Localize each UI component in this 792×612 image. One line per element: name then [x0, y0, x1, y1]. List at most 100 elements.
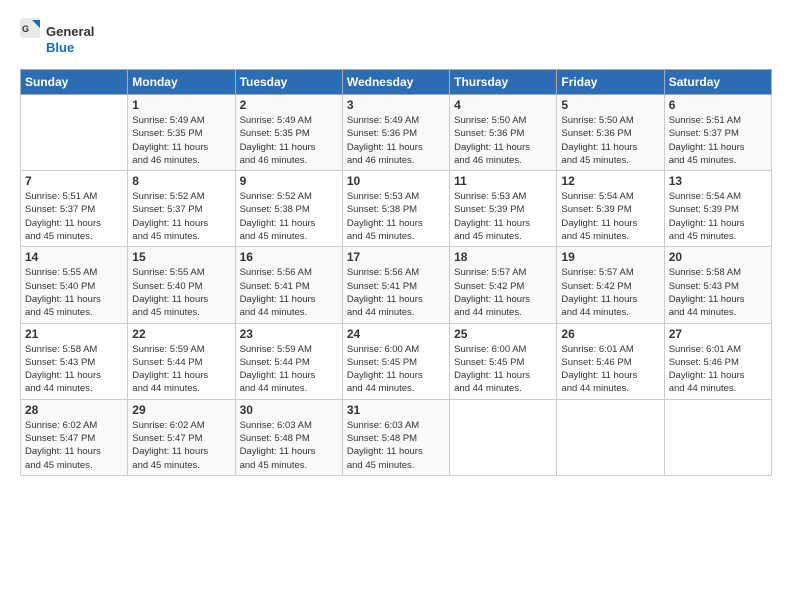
day-number: 17 [347, 250, 445, 264]
week-row-3: 14Sunrise: 5:55 AMSunset: 5:40 PMDayligh… [21, 247, 772, 323]
day-info: Sunrise: 5:58 AMSunset: 5:43 PMDaylight:… [669, 266, 767, 319]
day-info: Sunrise: 5:55 AMSunset: 5:40 PMDaylight:… [132, 266, 230, 319]
header: G General Blue [20, 18, 772, 61]
day-info: Sunrise: 6:02 AMSunset: 5:47 PMDaylight:… [132, 419, 230, 472]
col-header-monday: Monday [128, 70, 235, 95]
day-cell: 8 Sunrise: 5:52 AMSunset: 5:37 PMDaylight… [128, 171, 235, 247]
day-number: 10 [347, 174, 445, 188]
day-info: Sunrise: 5:49 AMSunset: 5:36 PMDaylight:… [347, 114, 445, 167]
day-info: Sunrise: 6:01 AMSunset: 5:46 PMDaylight:… [669, 343, 767, 396]
week-row-2: 7 Sunrise: 5:51 AMSunset: 5:37 PMDaylight… [21, 171, 772, 247]
day-info: Sunrise: 5:53 AMSunset: 5:39 PMDaylight:… [454, 190, 552, 243]
day-cell [557, 399, 664, 475]
day-cell: 15 Sunrise: 5:55 AMSunset: 5:40 PMDayligh… [128, 247, 235, 323]
day-cell: 28 Sunrise: 6:02 AMSunset: 5:47 PMDayligh… [21, 399, 128, 475]
col-header-thursday: Thursday [450, 70, 557, 95]
day-cell: 27Sunrise: 6:01 AMSunset: 5:46 PMDayligh… [664, 323, 771, 399]
day-cell: 5 Sunrise: 5:50 AMSunset: 5:36 PMDaylight… [557, 95, 664, 171]
header-row: SundayMondayTuesdayWednesdayThursdayFrid… [21, 70, 772, 95]
day-cell: 9 Sunrise: 5:52 AMSunset: 5:38 PMDaylight… [235, 171, 342, 247]
day-number: 31 [347, 403, 445, 417]
day-number: 9 [240, 174, 338, 188]
day-info: Sunrise: 5:50 AMSunset: 5:36 PMDaylight:… [454, 114, 552, 167]
day-info: Sunrise: 5:52 AMSunset: 5:37 PMDaylight:… [132, 190, 230, 243]
logo-graphic: G [20, 18, 42, 61]
day-number: 23 [240, 327, 338, 341]
day-number: 1 [132, 98, 230, 112]
day-info: Sunrise: 5:56 AMSunset: 5:41 PMDaylight:… [240, 266, 338, 319]
day-cell: 17 Sunrise: 5:56 AMSunset: 5:41 PMDayligh… [342, 247, 449, 323]
day-number: 2 [240, 98, 338, 112]
day-cell: 3 Sunrise: 5:49 AMSunset: 5:36 PMDaylight… [342, 95, 449, 171]
day-number: 30 [240, 403, 338, 417]
day-cell: 29 Sunrise: 6:02 AMSunset: 5:47 PMDayligh… [128, 399, 235, 475]
day-info: Sunrise: 5:53 AMSunset: 5:38 PMDaylight:… [347, 190, 445, 243]
day-number: 7 [25, 174, 123, 188]
day-cell: 7 Sunrise: 5:51 AMSunset: 5:37 PMDaylight… [21, 171, 128, 247]
day-number: 19 [561, 250, 659, 264]
day-info: Sunrise: 5:54 AMSunset: 5:39 PMDaylight:… [561, 190, 659, 243]
day-cell: 22 Sunrise: 5:59 AMSunset: 5:44 PMDayligh… [128, 323, 235, 399]
day-cell: 31Sunrise: 6:03 AMSunset: 5:48 PMDayligh… [342, 399, 449, 475]
logo-container: G General Blue [20, 18, 94, 61]
calendar-table: SundayMondayTuesdayWednesdayThursdayFrid… [20, 69, 772, 476]
logo-icon: G [20, 18, 42, 56]
day-number: 4 [454, 98, 552, 112]
day-cell [21, 95, 128, 171]
day-info: Sunrise: 6:00 AMSunset: 5:45 PMDaylight:… [454, 343, 552, 396]
page: G General Blue SundayMondayTuesdayWednes… [0, 0, 792, 612]
logo-text: General Blue [46, 24, 94, 55]
day-number: 12 [561, 174, 659, 188]
day-number: 3 [347, 98, 445, 112]
day-info: Sunrise: 5:51 AMSunset: 5:37 PMDaylight:… [669, 114, 767, 167]
day-number: 20 [669, 250, 767, 264]
day-number: 16 [240, 250, 338, 264]
day-cell [450, 399, 557, 475]
day-info: Sunrise: 5:50 AMSunset: 5:36 PMDaylight:… [561, 114, 659, 167]
day-number: 6 [669, 98, 767, 112]
week-row-1: 1Sunrise: 5:49 AMSunset: 5:35 PMDaylight… [21, 95, 772, 171]
col-header-wednesday: Wednesday [342, 70, 449, 95]
day-cell: 12 Sunrise: 5:54 AMSunset: 5:39 PMDayligh… [557, 171, 664, 247]
day-info: Sunrise: 6:02 AMSunset: 5:47 PMDaylight:… [25, 419, 123, 472]
day-info: Sunrise: 6:00 AMSunset: 5:45 PMDaylight:… [347, 343, 445, 396]
day-cell: 24Sunrise: 6:00 AMSunset: 5:45 PMDayligh… [342, 323, 449, 399]
day-number: 25 [454, 327, 552, 341]
day-info: Sunrise: 5:54 AMSunset: 5:39 PMDaylight:… [669, 190, 767, 243]
day-number: 8 [132, 174, 230, 188]
day-info: Sunrise: 5:56 AMSunset: 5:41 PMDaylight:… [347, 266, 445, 319]
day-info: Sunrise: 5:52 AMSunset: 5:38 PMDaylight:… [240, 190, 338, 243]
day-number: 29 [132, 403, 230, 417]
week-row-4: 21Sunrise: 5:58 AMSunset: 5:43 PMDayligh… [21, 323, 772, 399]
day-number: 28 [25, 403, 123, 417]
day-number: 5 [561, 98, 659, 112]
day-cell: 20 Sunrise: 5:58 AMSunset: 5:43 PMDayligh… [664, 247, 771, 323]
day-cell: 18Sunrise: 5:57 AMSunset: 5:42 PMDayligh… [450, 247, 557, 323]
logo-blue-text: Blue [46, 40, 94, 56]
day-info: Sunrise: 6:03 AMSunset: 5:48 PMDaylight:… [240, 419, 338, 472]
day-cell: 11Sunrise: 5:53 AMSunset: 5:39 PMDayligh… [450, 171, 557, 247]
day-cell: 30 Sunrise: 6:03 AMSunset: 5:48 PMDayligh… [235, 399, 342, 475]
day-number: 15 [132, 250, 230, 264]
day-info: Sunrise: 5:57 AMSunset: 5:42 PMDaylight:… [561, 266, 659, 319]
col-header-sunday: Sunday [21, 70, 128, 95]
day-cell: 1Sunrise: 5:49 AMSunset: 5:35 PMDaylight… [128, 95, 235, 171]
day-cell: 14Sunrise: 5:55 AMSunset: 5:40 PMDayligh… [21, 247, 128, 323]
day-cell: 4 Sunrise: 5:50 AMSunset: 5:36 PMDaylight… [450, 95, 557, 171]
day-cell: 21Sunrise: 5:58 AMSunset: 5:43 PMDayligh… [21, 323, 128, 399]
day-number: 18 [454, 250, 552, 264]
day-info: Sunrise: 5:59 AMSunset: 5:44 PMDaylight:… [132, 343, 230, 396]
day-cell: 13Sunrise: 5:54 AMSunset: 5:39 PMDayligh… [664, 171, 771, 247]
day-info: Sunrise: 5:51 AMSunset: 5:37 PMDaylight:… [25, 190, 123, 243]
day-cell: 16 Sunrise: 5:56 AMSunset: 5:41 PMDayligh… [235, 247, 342, 323]
col-header-tuesday: Tuesday [235, 70, 342, 95]
day-cell: 25 Sunrise: 6:00 AMSunset: 5:45 PMDayligh… [450, 323, 557, 399]
day-info: Sunrise: 5:58 AMSunset: 5:43 PMDaylight:… [25, 343, 123, 396]
day-cell: 6 Sunrise: 5:51 AMSunset: 5:37 PMDaylight… [664, 95, 771, 171]
day-cell: 23 Sunrise: 5:59 AMSunset: 5:44 PMDayligh… [235, 323, 342, 399]
day-number: 22 [132, 327, 230, 341]
day-cell: 10 Sunrise: 5:53 AMSunset: 5:38 PMDayligh… [342, 171, 449, 247]
day-info: Sunrise: 5:59 AMSunset: 5:44 PMDaylight:… [240, 343, 338, 396]
day-cell: 26Sunrise: 6:01 AMSunset: 5:46 PMDayligh… [557, 323, 664, 399]
svg-text:G: G [22, 24, 29, 34]
